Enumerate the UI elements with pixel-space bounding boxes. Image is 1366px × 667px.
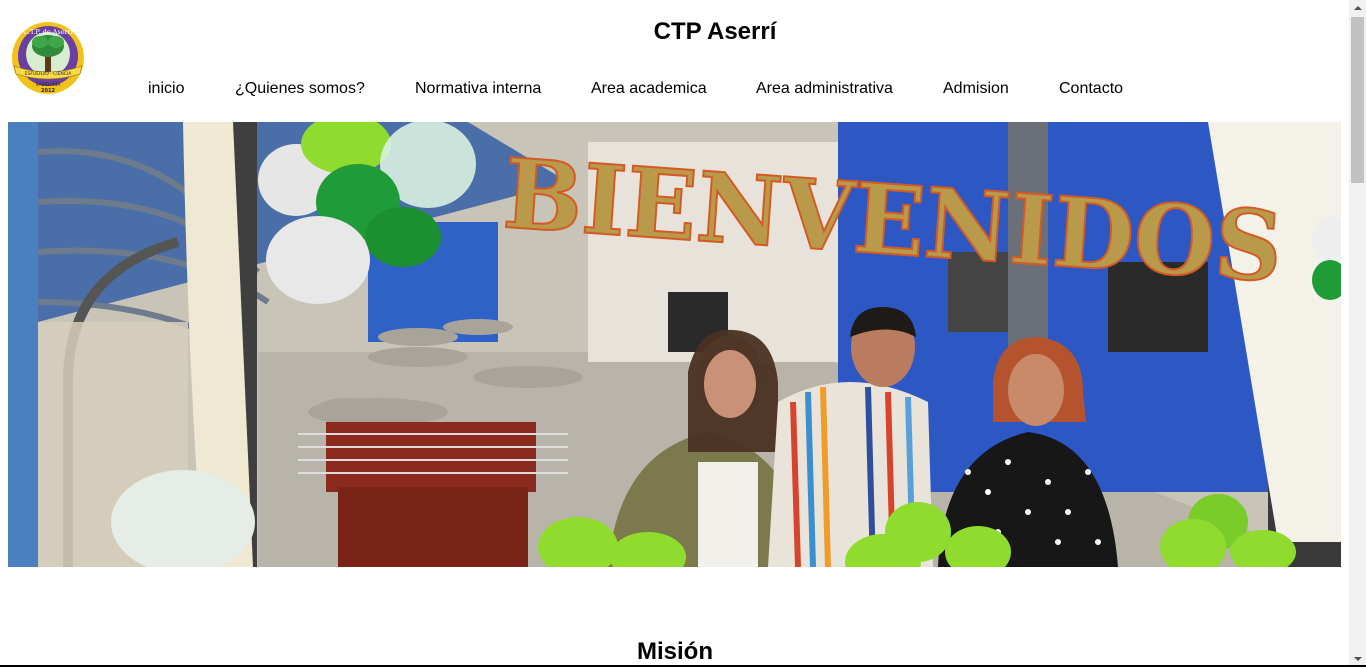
- nav-item-area-academica[interactable]: Area academica: [591, 80, 707, 98]
- page: C.T.P. de Aserrí ESFUERZO · CIENCIA SABI…: [0, 0, 1350, 667]
- scroll-up-arrow-icon[interactable]: [1349, 0, 1366, 17]
- nav-item-admision[interactable]: Admision: [943, 80, 1009, 98]
- nav-item-inicio[interactable]: inicio: [148, 80, 184, 98]
- scrollbar-thumb[interactable]: [1351, 17, 1364, 183]
- main-nav: inicio ¿Quienes somos? Normativa interna…: [0, 80, 1350, 102]
- nav-item-quienes-somos[interactable]: ¿Quienes somos?: [235, 80, 365, 98]
- nav-item-normativa-interna[interactable]: Normativa interna: [415, 80, 541, 98]
- hero-photo: BIENVENIDOS: [8, 122, 1341, 567]
- page-scrollbar[interactable]: [1349, 0, 1366, 667]
- hero-banner: BIENVENIDOS: [8, 122, 1341, 567]
- mision-title: Misión: [637, 638, 713, 665]
- logo-ribbon-text: ESFUERZO · CIENCIA: [25, 71, 73, 77]
- nav-item-area-administrativa[interactable]: Area administrativa: [756, 80, 893, 98]
- nav-item-contacto[interactable]: Contacto: [1059, 80, 1123, 98]
- site-title: CTP Aserrí: [653, 18, 777, 45]
